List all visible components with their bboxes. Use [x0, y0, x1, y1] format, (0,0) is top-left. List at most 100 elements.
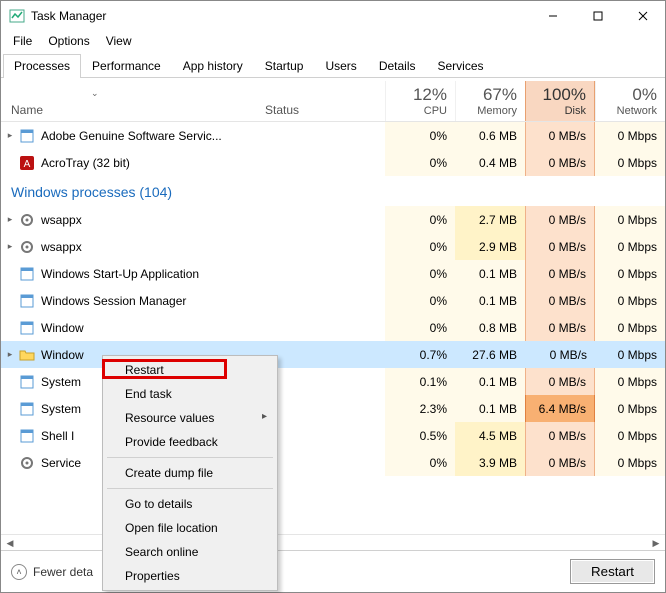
- tab-processes[interactable]: Processes: [3, 54, 81, 78]
- acro-icon: A: [19, 155, 35, 171]
- cell-memory: 4.5 MB: [455, 422, 525, 449]
- horizontal-scrollbar[interactable]: ◀ ▶: [1, 534, 665, 550]
- column-cpu-header[interactable]: 12% CPU: [385, 81, 455, 121]
- expand-icon[interactable]: ▸: [1, 241, 19, 252]
- expand-icon[interactable]: ▸: [1, 130, 19, 141]
- process-row[interactable]: Window 0% 0.8 MB 0 MB/s 0 Mbps: [1, 314, 665, 341]
- cell-network: 0 Mbps: [595, 233, 665, 260]
- folder-icon: [19, 347, 35, 363]
- context-menu-item[interactable]: Search online: [105, 540, 275, 564]
- process-row[interactable]: ▸ wsappx 0% 2.9 MB 0 MB/s 0 Mbps: [1, 233, 665, 260]
- context-menu-item[interactable]: Restart: [105, 358, 275, 382]
- app-icon: [19, 128, 35, 144]
- process-name: wsappx: [41, 240, 265, 254]
- context-menu-item[interactable]: Provide feedback: [105, 430, 275, 454]
- cell-cpu: 0.7%: [385, 341, 455, 368]
- cell-network: 0 Mbps: [595, 149, 665, 176]
- cell-memory: 3.9 MB: [455, 449, 525, 476]
- process-row[interactable]: ▸ Window 0.7% 27.6 MB 0 MB/s 0 Mbps: [1, 341, 665, 368]
- process-row[interactable]: Windows Session Manager 0% 0.1 MB 0 MB/s…: [1, 287, 665, 314]
- cell-network: 0 Mbps: [595, 314, 665, 341]
- cell-disk: 6.4 MB/s: [525, 395, 595, 422]
- cell-memory: 0.6 MB: [455, 122, 525, 149]
- cell-memory: 0.4 MB: [455, 149, 525, 176]
- cell-disk: 0 MB/s: [525, 260, 595, 287]
- menu-options[interactable]: Options: [40, 32, 97, 50]
- context-menu: RestartEnd taskResource valuesProvide fe…: [102, 355, 278, 591]
- tab-services[interactable]: Services: [427, 54, 495, 78]
- column-name-header[interactable]: ⌄ Name: [1, 88, 265, 121]
- cell-network: 0 Mbps: [595, 260, 665, 287]
- cell-disk: 0 MB/s: [525, 368, 595, 395]
- cell-disk: 0 MB/s: [525, 206, 595, 233]
- cell-disk: 0 MB/s: [525, 422, 595, 449]
- svg-text:A: A: [24, 159, 31, 170]
- context-menu-item[interactable]: Go to details: [105, 492, 275, 516]
- cell-memory: 0.1 MB: [455, 368, 525, 395]
- cell-network: 0 Mbps: [595, 422, 665, 449]
- restart-button[interactable]: Restart: [570, 559, 655, 584]
- cell-cpu: 0%: [385, 122, 455, 149]
- process-row[interactable]: ▸ wsappx 0% 2.7 MB 0 MB/s 0 Mbps: [1, 206, 665, 233]
- tab-performance[interactable]: Performance: [81, 54, 172, 78]
- fewer-details-toggle[interactable]: ˄ Fewer deta: [11, 564, 93, 580]
- column-disk-header[interactable]: 100% Disk: [525, 81, 595, 121]
- cell-cpu: 0%: [385, 206, 455, 233]
- cell-disk: 0 MB/s: [525, 122, 595, 149]
- context-menu-separator: [107, 488, 273, 489]
- cell-disk: 0 MB/s: [525, 149, 595, 176]
- column-network-header[interactable]: 0% Network: [595, 81, 665, 121]
- process-name: Windows Start-Up Application: [41, 267, 265, 281]
- group-header-windows-processes: Windows processes (104): [1, 176, 665, 206]
- app-icon: [19, 320, 35, 336]
- process-list[interactable]: ▸ Adobe Genuine Software Servic... 0% 0.…: [1, 122, 665, 534]
- column-status-header[interactable]: Status: [265, 103, 385, 121]
- app-icon: [19, 374, 35, 390]
- maximize-button[interactable]: [575, 1, 620, 31]
- app-icon: [19, 293, 35, 309]
- process-row[interactable]: Windows Start-Up Application 0% 0.1 MB 0…: [1, 260, 665, 287]
- menu-view[interactable]: View: [98, 32, 140, 50]
- task-manager-icon: [9, 8, 25, 24]
- fewer-details-label: Fewer deta: [33, 565, 93, 579]
- scroll-left-icon[interactable]: ◀: [1, 535, 19, 550]
- close-button[interactable]: [620, 1, 665, 31]
- tab-users[interactable]: Users: [314, 54, 367, 78]
- context-menu-item[interactable]: Create dump file: [105, 461, 275, 485]
- cell-network: 0 Mbps: [595, 341, 665, 368]
- gear-icon: [19, 455, 35, 471]
- process-row[interactable]: A AcroTray (32 bit) 0% 0.4 MB 0 MB/s 0 M…: [1, 149, 665, 176]
- scroll-right-icon[interactable]: ▶: [647, 535, 665, 550]
- context-menu-item[interactable]: Resource values: [105, 406, 275, 430]
- process-row[interactable]: Shell I 0.5% 4.5 MB 0 MB/s 0 Mbps: [1, 422, 665, 449]
- process-name: Windows Session Manager: [41, 294, 265, 308]
- cell-network: 0 Mbps: [595, 206, 665, 233]
- minimize-button[interactable]: [530, 1, 575, 31]
- context-menu-item[interactable]: Properties: [105, 564, 275, 588]
- cell-cpu: 2.3%: [385, 395, 455, 422]
- expand-icon[interactable]: ▸: [1, 214, 19, 225]
- column-memory-header[interactable]: 67% Memory: [455, 81, 525, 121]
- cell-memory: 2.7 MB: [455, 206, 525, 233]
- tab-app-history[interactable]: App history: [172, 54, 254, 78]
- cell-memory: 0.1 MB: [455, 287, 525, 314]
- process-row[interactable]: System 2.3% 0.1 MB 6.4 MB/s 0 Mbps: [1, 395, 665, 422]
- gear-icon: [19, 239, 35, 255]
- process-table: ⌄ Name Status 12% CPU 67% Memory 100% Di…: [1, 78, 665, 550]
- process-row[interactable]: Service 0% 3.9 MB 0 MB/s 0 Mbps: [1, 449, 665, 476]
- context-menu-item[interactable]: End task: [105, 382, 275, 406]
- menu-file[interactable]: File: [5, 32, 40, 50]
- process-name: Window: [41, 321, 265, 335]
- expand-icon[interactable]: ▸: [1, 349, 19, 360]
- context-menu-item[interactable]: Open file location: [105, 516, 275, 540]
- process-row[interactable]: System 0.1% 0.1 MB 0 MB/s 0 Mbps: [1, 368, 665, 395]
- cell-cpu: 0%: [385, 449, 455, 476]
- cell-memory: 27.6 MB: [455, 341, 525, 368]
- cell-network: 0 Mbps: [595, 395, 665, 422]
- tab-startup[interactable]: Startup: [254, 54, 315, 78]
- tab-details[interactable]: Details: [368, 54, 427, 78]
- context-menu-separator: [107, 457, 273, 458]
- process-row[interactable]: ▸ Adobe Genuine Software Servic... 0% 0.…: [1, 122, 665, 149]
- gear-icon: [19, 212, 35, 228]
- cell-cpu: 0%: [385, 260, 455, 287]
